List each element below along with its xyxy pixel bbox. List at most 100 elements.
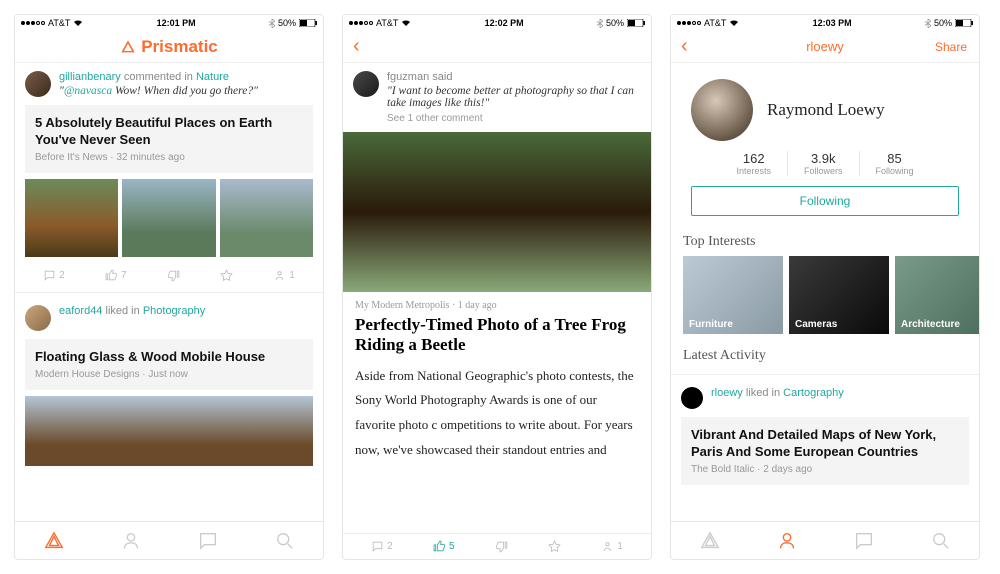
status-bar: AT&T 12:02 PM 50% (343, 15, 651, 31)
comment-button[interactable]: 2 (43, 269, 65, 282)
battery-icon (627, 19, 645, 27)
post-header: gillianbenary commented in Nature "@nava… (15, 63, 323, 105)
tab-home[interactable] (699, 530, 721, 552)
nav-bar: ‹ (343, 31, 651, 63)
share-button[interactable]: 1 (273, 269, 295, 282)
dislike-button[interactable] (495, 540, 508, 553)
tab-chat[interactable] (197, 530, 219, 552)
article-meta: Before It's News · 32 minutes ago (35, 152, 303, 163)
article-card[interactable]: 5 Absolutely Beautiful Places on Earth Y… (25, 105, 313, 173)
post-byline: gillianbenary commented in Nature (59, 71, 313, 83)
carrier-label: AT&T (48, 18, 70, 28)
tab-chat[interactable] (853, 530, 875, 552)
article-card[interactable]: Vibrant And Detailed Maps of New York, P… (681, 417, 969, 485)
stat-followers[interactable]: 3.9kFollowers (787, 151, 859, 176)
article-content[interactable]: fguzman said "I want to become better at… (343, 63, 651, 533)
save-button[interactable] (548, 540, 561, 553)
phone-screen-1: AT&T 12:01 PM 50% Prismatic (14, 14, 324, 560)
avatar[interactable] (25, 71, 51, 97)
nav-bar: Prismatic (15, 31, 323, 63)
tab-home[interactable] (43, 530, 65, 552)
article-hero-image[interactable] (343, 132, 651, 292)
thumbnail-image[interactable] (122, 179, 215, 257)
article-title: Vibrant And Detailed Maps of New York, P… (691, 427, 959, 461)
bluetooth-icon (925, 19, 931, 28)
battery-icon (955, 19, 973, 27)
battery-icon (299, 19, 317, 27)
nav-bar: ‹ rloewy Share (671, 31, 979, 63)
username-link[interactable]: eaford44 (59, 305, 102, 317)
article-meta: The Bold Italic · 2 days ago (691, 464, 959, 475)
post-byline: eaford44 liked in Photography (59, 305, 313, 317)
wifi-icon (729, 19, 739, 27)
tab-search[interactable] (274, 530, 296, 552)
comment-quote: "I want to become better at photography … (387, 85, 641, 109)
post-byline: fguzman said (387, 71, 641, 83)
profile-name: Raymond Loewy (767, 100, 885, 120)
status-time: 12:02 PM (485, 18, 524, 28)
wifi-icon (401, 19, 411, 27)
social-actions: 2 7 1 (15, 263, 323, 288)
article-body: Aside from National Geographic's photo c… (343, 364, 651, 463)
comment-button[interactable]: 2 (371, 540, 393, 553)
bluetooth-icon (269, 19, 275, 28)
stat-following[interactable]: 85Following (859, 151, 930, 176)
feed-content[interactable]: gillianbenary commented in Nature "@nava… (15, 63, 323, 521)
like-button[interactable]: 5 (433, 540, 455, 553)
topic-link[interactable]: Photography (143, 305, 205, 317)
thumbnail-row (15, 179, 323, 263)
mention-link[interactable]: @navasca (64, 85, 112, 97)
follow-button[interactable]: Following (691, 186, 959, 216)
article-title: Floating Glass & Wood Mobile House (35, 349, 303, 366)
topic-link[interactable]: Cartography (783, 387, 844, 399)
interest-tile[interactable]: Furniture (683, 256, 783, 334)
tab-bar (15, 521, 323, 559)
username-link[interactable]: gillianbenary (59, 71, 121, 83)
article-title: Perfectly-Timed Photo of a Tree Frog Rid… (343, 313, 651, 364)
dislike-button[interactable] (167, 269, 180, 282)
topic-link[interactable]: Nature (196, 71, 229, 83)
phone-screen-3: AT&T 12:03 PM 50% ‹ rloewy Share Raymond… (670, 14, 980, 560)
thumbnail-image[interactable] (220, 179, 313, 257)
post-header: rloewy liked in Cartography (671, 379, 979, 417)
interest-tile[interactable]: Cameras (789, 256, 889, 334)
avatar[interactable] (25, 305, 51, 331)
post-header: fguzman said "I want to become better at… (343, 63, 651, 132)
thumbnail-image[interactable] (25, 179, 118, 257)
save-button[interactable] (220, 269, 233, 282)
post-byline: rloewy liked in Cartography (711, 387, 969, 399)
share-button[interactable]: 1 (601, 540, 623, 553)
phone-screen-2: AT&T 12:02 PM 50% ‹ fguzman said "I want… (342, 14, 652, 560)
see-more-comments[interactable]: See 1 other comment (387, 113, 641, 124)
share-button[interactable]: Share (935, 40, 967, 54)
profile-content[interactable]: Raymond Loewy 162Interests 3.9kFollowers… (671, 63, 979, 521)
profile-stats: 162Interests 3.9kFollowers 85Following (671, 151, 979, 186)
tab-search[interactable] (930, 530, 952, 552)
like-button[interactable]: 7 (105, 269, 127, 282)
comment-quote: "@navasca Wow! When did you go there?" (59, 85, 313, 97)
article-card[interactable]: Floating Glass & Wood Mobile House Moder… (25, 339, 313, 390)
article-meta: Modern House Designs · Just now (35, 369, 303, 380)
latest-activity-header: Latest Activity (671, 344, 979, 370)
back-button[interactable]: ‹ (681, 35, 688, 58)
back-button[interactable]: ‹ (353, 35, 360, 58)
profile-avatar[interactable] (691, 79, 753, 141)
stat-interests[interactable]: 162Interests (720, 151, 787, 176)
interests-row[interactable]: Furniture Cameras Architecture (671, 256, 979, 344)
battery-label: 50% (606, 18, 624, 28)
carrier-label: AT&T (376, 18, 398, 28)
avatar[interactable] (681, 387, 703, 409)
status-bar: AT&T 12:01 PM 50% (15, 15, 323, 31)
article-image[interactable] (25, 396, 313, 466)
battery-label: 50% (278, 18, 296, 28)
prismatic-logo-icon (120, 39, 136, 55)
app-title: Prismatic (120, 37, 218, 57)
tab-profile[interactable] (120, 530, 142, 552)
carrier-label: AT&T (704, 18, 726, 28)
tab-bar (671, 521, 979, 559)
wifi-icon (73, 19, 83, 27)
avatar[interactable] (353, 71, 379, 97)
username-link[interactable]: rloewy (711, 387, 743, 399)
tab-profile[interactable] (776, 530, 798, 552)
interest-tile[interactable]: Architecture (895, 256, 979, 334)
